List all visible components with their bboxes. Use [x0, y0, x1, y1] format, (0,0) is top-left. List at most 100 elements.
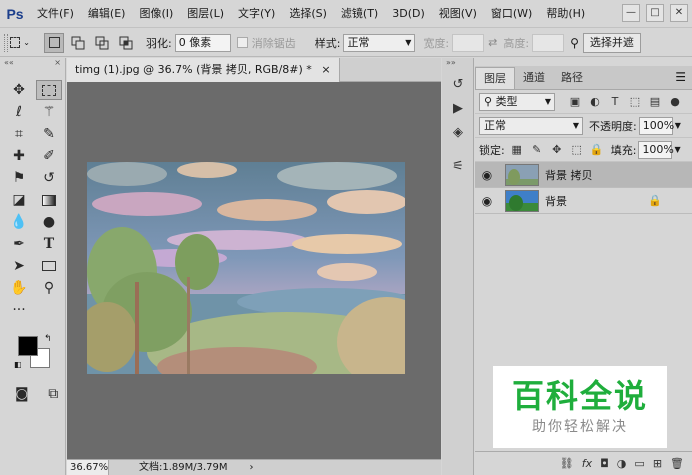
- adjustment-filter-icon[interactable]: ◐: [587, 95, 603, 108]
- blend-mode-select[interactable]: 正常 ▼: [479, 116, 583, 135]
- add-selection-button[interactable]: [68, 33, 88, 53]
- minimize-button[interactable]: —: [622, 4, 640, 22]
- menu-view[interactable]: 视图(V): [432, 0, 484, 28]
- type-tool-icon[interactable]: T: [36, 234, 62, 254]
- tab-layers[interactable]: 图层: [475, 67, 515, 89]
- actions-panel-icon[interactable]: ▶: [444, 98, 472, 118]
- history-brush-tool-icon[interactable]: ↺: [36, 168, 62, 188]
- canvas-image[interactable]: [87, 162, 405, 374]
- lock-artboard-icon[interactable]: ⬚: [569, 143, 585, 156]
- quick-mask-icon[interactable]: ◙: [10, 384, 34, 404]
- eyedropper-tool-icon[interactable]: ✎: [36, 124, 62, 144]
- antialias-checkbox[interactable]: [236, 37, 248, 48]
- height-label: 高度:: [503, 36, 530, 50]
- swap-dimensions-icon[interactable]: ⇄: [488, 36, 497, 49]
- properties-panel-icon[interactable]: ⚟: [444, 156, 472, 176]
- more-tools-icon[interactable]: ···: [6, 300, 32, 320]
- pixel-filter-icon[interactable]: ▣: [567, 95, 583, 108]
- lock-transparent-icon[interactable]: ▦: [509, 143, 525, 156]
- layer-row[interactable]: ◉ 背景 拷贝: [475, 162, 692, 188]
- screen-mode-icon[interactable]: ⧉: [42, 384, 66, 404]
- tab-channels[interactable]: 通道: [515, 67, 553, 89]
- pen-tool-icon[interactable]: ✒: [6, 234, 32, 254]
- group-icon[interactable]: ▭: [634, 457, 644, 470]
- fx-icon[interactable]: fx: [582, 457, 592, 470]
- zoom-field[interactable]: 36.67%: [67, 460, 109, 475]
- blur-tool-icon[interactable]: 💧: [6, 212, 32, 232]
- tool-preset-picker[interactable]: ⌄: [10, 33, 30, 53]
- collapse-icon[interactable]: ««: [4, 58, 14, 70]
- dodge-tool-icon[interactable]: ●: [36, 212, 62, 232]
- new-layer-icon[interactable]: ⊞: [653, 457, 662, 470]
- close-panel-icon[interactable]: ×: [54, 58, 61, 70]
- menu-filter[interactable]: 滤镜(T): [334, 0, 385, 28]
- toolbox: «« × ✥ ℓ ⚚ ⌗ ✎ ✚ ✐ ⚑ ↺ ◪ 💧 ● ✒ T ➤ ✋ ⚲ ·…: [0, 58, 66, 475]
- hand-tool-icon[interactable]: ✋: [6, 278, 32, 298]
- foreground-color-swatch[interactable]: [18, 336, 38, 356]
- lock-pixels-icon[interactable]: ✎: [529, 143, 545, 156]
- menu-window[interactable]: 窗口(W): [484, 0, 539, 28]
- healing-brush-tool-icon[interactable]: ✚: [6, 146, 32, 166]
- magic-wand-tool-icon[interactable]: ⚚: [36, 102, 62, 122]
- trash-icon[interactable]: 🗑: [670, 457, 684, 470]
- visibility-eye-icon[interactable]: ◉: [475, 168, 499, 182]
- menu-select[interactable]: 选择(S): [282, 0, 334, 28]
- opacity-input[interactable]: 100%: [638, 116, 674, 135]
- menu-image[interactable]: 图像(I): [132, 0, 180, 28]
- chevron-down-icon[interactable]: ▼: [674, 145, 680, 154]
- chevron-down-icon[interactable]: ▼: [675, 121, 681, 130]
- type-filter-icon[interactable]: T: [607, 95, 623, 108]
- layer-filter-select[interactable]: ⚲ 类型 ▼: [479, 92, 555, 111]
- zoom-tool-icon[interactable]: ⚲: [36, 278, 62, 298]
- adjustment-icon[interactable]: ◑: [617, 457, 627, 470]
- marquee-tool-icon[interactable]: [36, 80, 62, 100]
- path-selection-tool-icon[interactable]: ➤: [6, 256, 32, 276]
- shape-filter-icon[interactable]: ⬚: [627, 95, 643, 108]
- lock-position-icon[interactable]: ✥: [549, 143, 565, 156]
- smart-object-filter-icon[interactable]: ▤: [647, 95, 663, 108]
- height-input[interactable]: [532, 33, 565, 52]
- new-selection-button[interactable]: [44, 32, 64, 53]
- mask-icon[interactable]: ◘: [600, 457, 609, 470]
- move-tool-icon[interactable]: ✥: [6, 80, 32, 100]
- rectangle-tool-icon[interactable]: [36, 256, 62, 276]
- lock-all-icon[interactable]: 🔒: [589, 143, 605, 156]
- link-icon[interactable]: ⛓: [560, 457, 574, 470]
- menu-help[interactable]: 帮助(H): [539, 0, 592, 28]
- menu-edit[interactable]: 编辑(E): [81, 0, 133, 28]
- tab-paths[interactable]: 路径: [553, 67, 591, 89]
- 3d-panel-icon[interactable]: ◈: [444, 122, 472, 142]
- default-colors-icon[interactable]: ◧: [14, 360, 22, 369]
- history-panel-icon[interactable]: ↺: [444, 74, 472, 94]
- panel-menu-icon[interactable]: ☰: [675, 70, 686, 84]
- width-input[interactable]: [452, 33, 485, 52]
- close-button[interactable]: ✕: [670, 4, 688, 22]
- subtract-selection-button[interactable]: [92, 33, 112, 53]
- visibility-eye-icon[interactable]: ◉: [475, 194, 499, 208]
- layer-row[interactable]: ◉ 背景 🔒: [475, 188, 692, 214]
- status-menu-arrow[interactable]: ›: [250, 460, 254, 475]
- document-tab[interactable]: timg (1).jpg @ 36.7% (背景 拷贝, RGB/8#) * ×: [67, 58, 340, 82]
- select-and-mask-button[interactable]: 选择并遮: [582, 32, 641, 53]
- gradient-tool-icon[interactable]: [36, 190, 62, 210]
- menu-type[interactable]: 文字(Y): [231, 0, 282, 28]
- swap-colors-icon[interactable]: ↰: [44, 334, 52, 344]
- search-icon[interactable]: ⚲: [570, 36, 579, 50]
- fill-input[interactable]: 100%: [638, 140, 674, 159]
- crop-tool-icon[interactable]: ⌗: [6, 124, 32, 144]
- menu-3d[interactable]: 3D(D): [385, 0, 432, 28]
- feather-input[interactable]: 0 像素: [174, 33, 231, 52]
- intersect-selection-button[interactable]: [116, 33, 136, 53]
- style-select[interactable]: 正常 ▼: [343, 33, 416, 52]
- close-tab-icon[interactable]: ×: [321, 63, 330, 76]
- clone-stamp-tool-icon[interactable]: ⚑: [6, 168, 32, 188]
- options-grip[interactable]: [4, 33, 8, 52]
- eraser-tool-icon[interactable]: ◪: [6, 190, 32, 210]
- lasso-tool-icon[interactable]: ℓ: [6, 102, 32, 122]
- filter-toggle-icon[interactable]: ●: [667, 95, 683, 108]
- brush-tool-icon[interactable]: ✐: [36, 146, 62, 166]
- restore-button[interactable]: □: [646, 4, 664, 22]
- menu-layer[interactable]: 图层(L): [180, 0, 231, 28]
- collapse-icon[interactable]: »»: [446, 58, 456, 70]
- menu-file[interactable]: 文件(F): [30, 0, 81, 28]
